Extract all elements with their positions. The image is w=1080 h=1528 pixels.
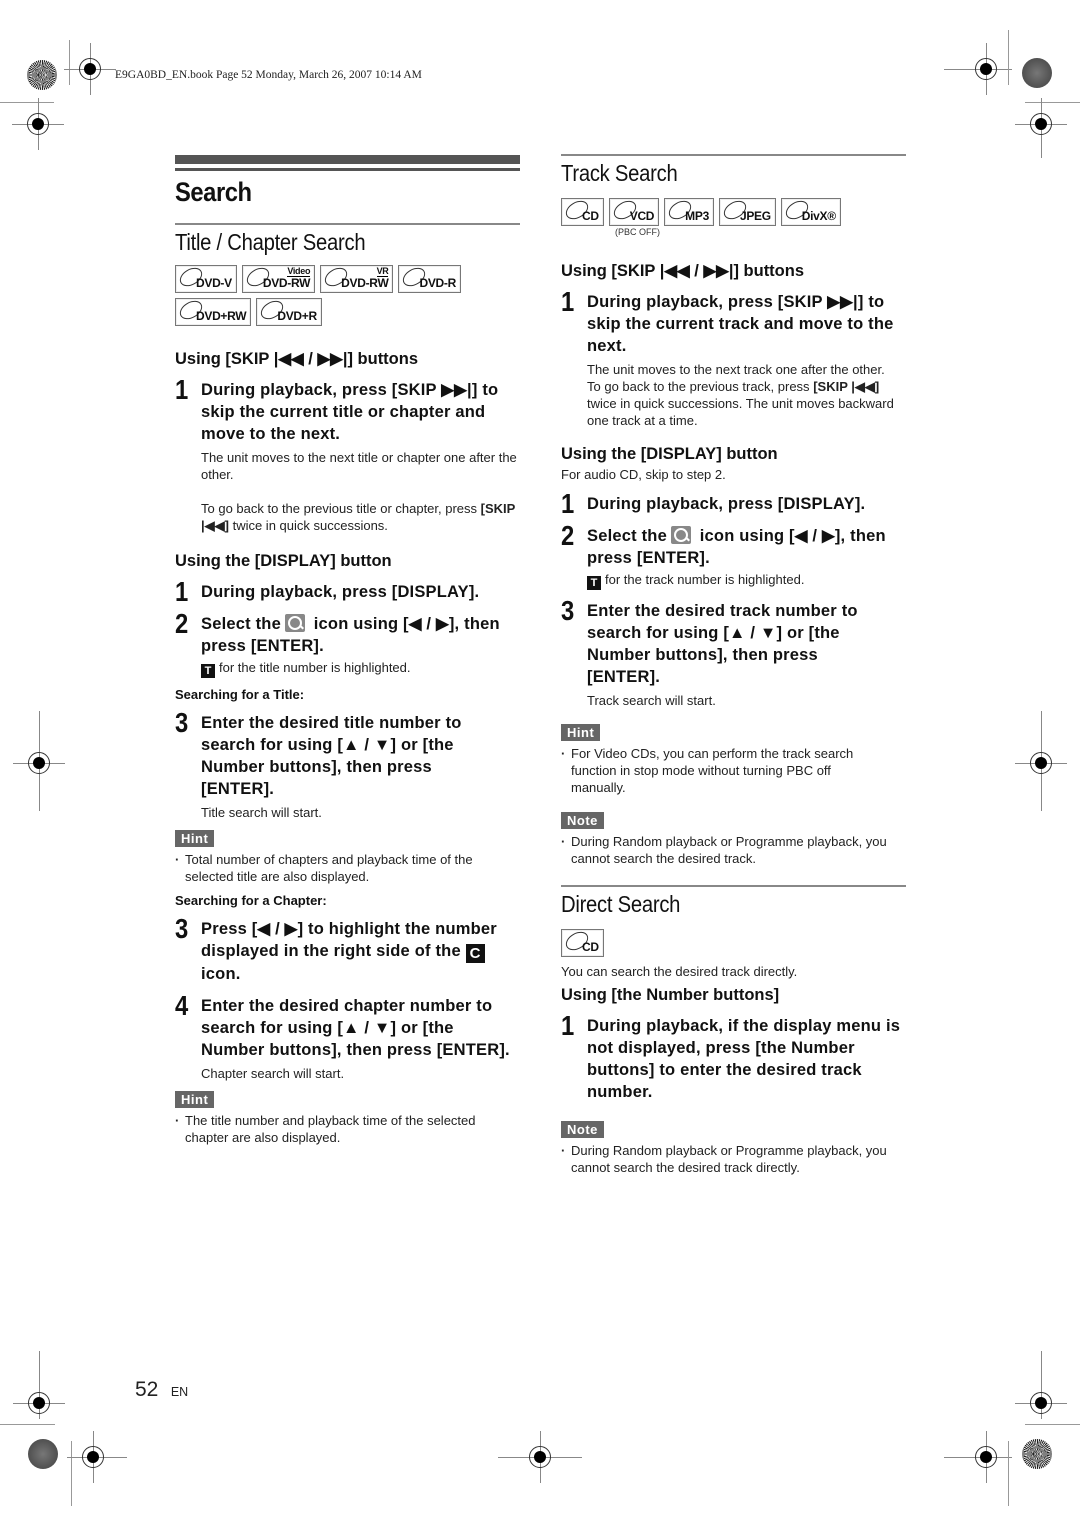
registration-mark-icon xyxy=(67,1431,127,1483)
disc-badge-dvd-plus-rw: DVD+RW xyxy=(175,297,252,326)
language-code: EN xyxy=(170,1385,189,1399)
crop-line xyxy=(1008,30,1009,85)
print-disc-mark xyxy=(1022,58,1052,88)
disc-badge-dvd-v: DVD-V xyxy=(175,264,237,293)
crop-line xyxy=(71,1441,72,1506)
divider xyxy=(175,223,520,225)
track-display-step-1: 1 During playback, press [DISPLAY]. xyxy=(561,488,866,519)
note-tag: Note xyxy=(561,812,604,829)
disc-badge-cd: CD xyxy=(561,928,604,957)
disc-badge-dvd-plus-r: DVD+R xyxy=(256,297,322,326)
note-tag: Note xyxy=(561,1121,604,1138)
page-number: 52 xyxy=(135,1378,159,1401)
subsection-title: Title / Chapter Search xyxy=(175,229,366,255)
print-starburst-mark xyxy=(27,60,57,90)
registration-mark-icon xyxy=(13,711,65,811)
disc-badge-dvd-r: DVD-R xyxy=(398,264,461,293)
divider xyxy=(561,885,906,887)
crop-line xyxy=(69,40,70,85)
divider xyxy=(561,154,906,156)
disc-badge-mp3: MP3 xyxy=(664,197,714,226)
title-t-icon: T xyxy=(201,664,215,678)
chapter-step-4: 4 Enter the desired chapter number to se… xyxy=(175,990,510,1081)
hint-tag: Hint xyxy=(561,724,601,741)
skip-back-note: To go back to the previous title or chap… xyxy=(201,501,516,533)
direct-step-1: 1 During playback, if the display menu i… xyxy=(561,1010,901,1101)
searching-chapter-label: Searching for a Chapter: xyxy=(175,893,327,908)
number-buttons-heading: Using [the Number buttons] xyxy=(561,986,780,1004)
crop-line xyxy=(1025,1424,1080,1425)
searching-title-label: Searching for a Title: xyxy=(175,687,305,702)
registration-mark-icon xyxy=(13,1351,65,1419)
display-heading: Using the [DISPLAY] button xyxy=(175,552,392,570)
disc-badge-divx: DivX® xyxy=(780,197,841,226)
display-step-2: 2 Select the icon using [◀ / ▶], then pr… xyxy=(175,608,500,678)
right-column: Track Search CD VCD MP3 JPEG DivX® (PBC … xyxy=(561,154,906,1176)
chapter-step-3: 3 Press [◀ / ▶] to highlight the number … xyxy=(175,913,497,983)
disc-badge-dvd-rw-video: Video DVD-RW xyxy=(241,264,316,293)
title-step-3: 3 Enter the desired title number to sear… xyxy=(175,707,462,820)
note-text: During Random playback or Programme play… xyxy=(561,833,906,867)
hint-tag: Hint xyxy=(175,1091,215,1108)
left-column: Search Title / Chapter Search DVD-V Vide… xyxy=(175,155,520,1146)
crop-line xyxy=(1025,102,1080,103)
disc-badge-cd: CD xyxy=(561,197,604,226)
track-search-title: Track Search xyxy=(561,160,678,186)
hint-text: Total number of chapters and playback ti… xyxy=(175,851,520,885)
crop-line xyxy=(1008,1441,1009,1506)
registration-mark-icon xyxy=(1015,98,1067,158)
crop-line xyxy=(0,1424,55,1425)
disc-badge-dvd-rw-vr: VR DVD-RW xyxy=(320,264,394,293)
registration-mark-icon xyxy=(944,1431,1012,1483)
disc-badge-vcd: VCD xyxy=(608,197,660,226)
chapter-c-icon: C xyxy=(465,944,485,963)
note-text: During Random playback or Programme play… xyxy=(561,1142,906,1176)
section-bar-thin xyxy=(175,168,520,171)
display-note: For audio CD, skip to step 2. xyxy=(561,467,726,482)
registration-mark-icon xyxy=(1015,1351,1067,1419)
track-display-step-2: 2 Select the icon using [◀ / ▶], then pr… xyxy=(561,520,886,590)
skip-back-note: To go back to the previous track, press … xyxy=(587,379,894,428)
search-icon xyxy=(284,614,305,632)
registration-mark-icon xyxy=(498,1431,582,1483)
search-icon xyxy=(670,526,691,544)
disc-badges: DVD-V Video DVD-RW VR DVD-RW DVD-R DVD+RW … xyxy=(175,264,485,326)
crop-line xyxy=(0,102,54,103)
hint-text: For Video CDs, you can perform the track… xyxy=(561,745,906,796)
direct-intro: You can search the desired track directl… xyxy=(561,964,798,979)
print-starburst-mark xyxy=(1022,1439,1052,1469)
page-footer: 52 EN xyxy=(135,1378,188,1402)
hint-tag: Hint xyxy=(175,830,215,847)
registration-mark-icon xyxy=(12,98,64,150)
vcd-pbc-note: (PBC OFF) xyxy=(615,227,660,237)
disc-badges: CD VCD MP3 JPEG DivX® xyxy=(561,197,906,226)
skip-heading: Using [SKIP |◀◀ / ▶▶|] buttons xyxy=(175,350,419,368)
print-disc-mark xyxy=(28,1439,58,1469)
skip-heading: Using [SKIP |◀◀ / ▶▶|] buttons xyxy=(561,262,805,280)
registration-mark-icon xyxy=(64,43,116,95)
print-header: E9GA0BD_EN.book Page 52 Monday, March 26… xyxy=(115,69,422,81)
disc-badges: CD xyxy=(561,928,906,957)
hint-text: The title number and playback time of th… xyxy=(175,1112,520,1146)
direct-search-title: Direct Search xyxy=(561,891,681,917)
skip-step-1: 1 During playback, press [SKIP ▶▶|] to s… xyxy=(175,374,520,534)
section-title: Search xyxy=(175,177,252,207)
section-bar xyxy=(175,155,520,164)
display-heading: Using the [DISPLAY] button xyxy=(561,445,778,463)
track-t-icon: T xyxy=(587,576,601,590)
track-skip-step-1: 1 During playback, press [SKIP ▶▶|] to s… xyxy=(561,286,906,429)
disc-badge-jpeg: JPEG xyxy=(718,197,776,226)
display-step-1: 1 During playback, press [DISPLAY]. xyxy=(175,576,480,607)
registration-mark-icon xyxy=(1015,711,1067,811)
track-display-step-3: 3 Enter the desired track number to sear… xyxy=(561,595,858,708)
registration-mark-icon xyxy=(944,43,1012,95)
